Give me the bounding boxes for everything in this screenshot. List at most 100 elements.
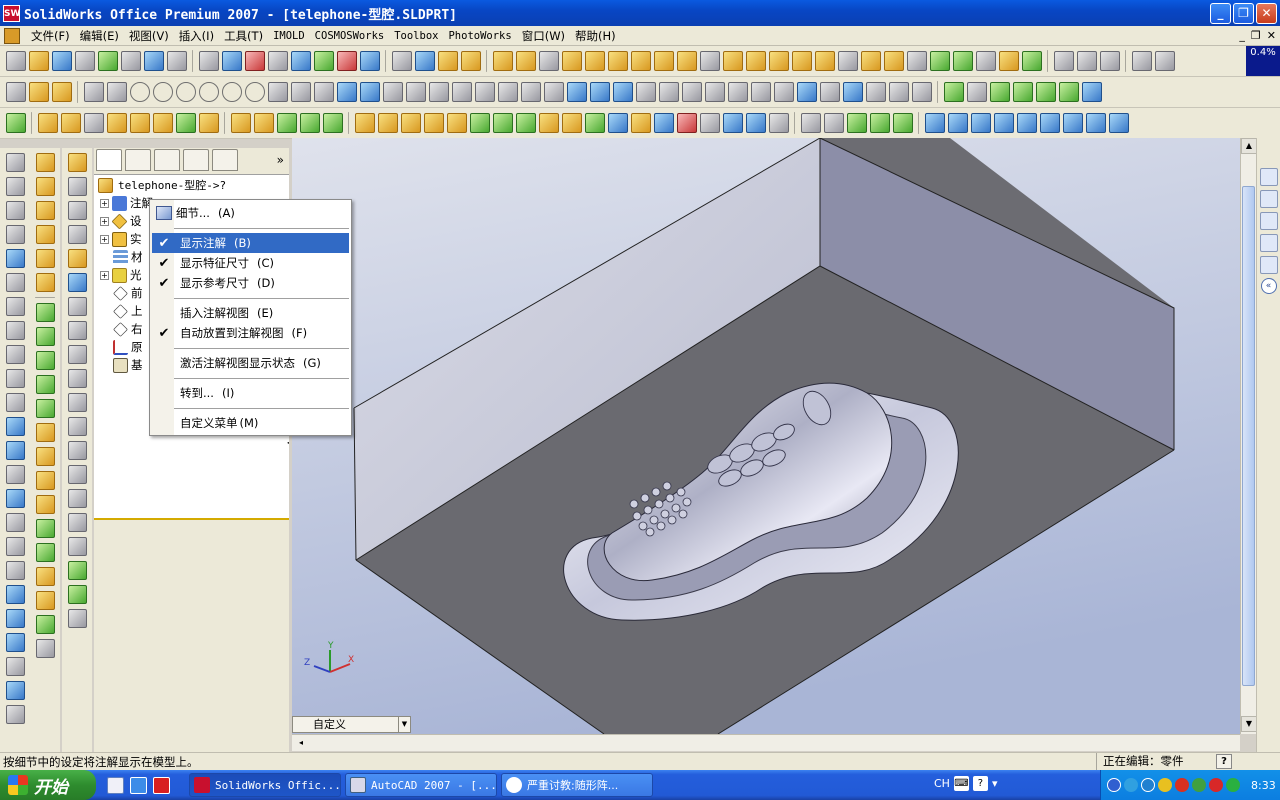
view-right-icon[interactable] <box>993 113 1014 133</box>
view-palette-icon[interactable] <box>1259 256 1278 274</box>
mold-tool-10-icon[interactable] <box>67 368 87 388</box>
menu-file[interactable]: 文件(F) <box>26 28 75 44</box>
keyboard-icon[interactable]: ⌨ <box>953 776 969 791</box>
mold-tool-2-icon[interactable] <box>67 176 87 196</box>
view-bottom-icon[interactable] <box>1039 113 1060 133</box>
imold-tool-23-icon[interactable] <box>998 51 1019 71</box>
hidden-lines-removed-icon[interactable] <box>5 560 25 580</box>
tray-app-5-icon[interactable] <box>1175 778 1189 792</box>
feature-tool-5-icon[interactable] <box>35 248 55 268</box>
wireframe-icon[interactable] <box>5 512 25 532</box>
close-button[interactable]: ✕ <box>1256 3 1277 24</box>
sketch-tool-5-icon[interactable] <box>5 248 25 268</box>
view-dimetric-icon[interactable] <box>1108 113 1129 133</box>
rotate-entities-icon[interactable] <box>865 82 886 102</box>
feature-tool-12-icon[interactable] <box>35 422 55 442</box>
imold-tool-14-icon[interactable] <box>791 51 812 71</box>
sketch-tool-2-icon[interactable] <box>5 176 25 196</box>
axis-icon[interactable] <box>630 113 651 133</box>
dome-icon[interactable] <box>377 113 398 133</box>
flex-icon[interactable] <box>400 113 421 133</box>
bom-icon[interactable] <box>437 51 458 71</box>
start-button[interactable]: 开始 <box>0 770 96 800</box>
imold-tool-6-icon[interactable] <box>607 51 628 71</box>
imold-tool-7-icon[interactable] <box>630 51 651 71</box>
hole-table-icon[interactable] <box>414 51 435 71</box>
expand-icon[interactable]: + <box>100 198 109 208</box>
add-relation-icon[interactable] <box>704 82 725 102</box>
file-explorer-icon[interactable] <box>1259 212 1278 230</box>
repair-sketch-icon[interactable] <box>750 82 771 102</box>
instant3d-icon[interactable] <box>722 113 743 133</box>
sketch-tool-6-icon[interactable] <box>5 272 25 292</box>
shaded-icon[interactable] <box>5 632 25 652</box>
mold-tool-15-icon[interactable] <box>67 488 87 508</box>
centerpoint-arc-icon[interactable] <box>152 82 173 102</box>
mold-tool-16-icon[interactable] <box>67 512 87 532</box>
polygon-icon[interactable] <box>221 82 242 102</box>
revolved-cut-icon[interactable] <box>152 113 173 133</box>
indent-icon[interactable] <box>846 113 867 133</box>
boundary-surface-icon[interactable] <box>1035 82 1056 102</box>
imold-tool-11-icon[interactable] <box>722 51 743 71</box>
slot-icon[interactable] <box>428 82 449 102</box>
feature-tool-15-icon[interactable] <box>35 494 55 514</box>
menu-window[interactable]: 窗口(W) <box>517 28 570 44</box>
line-icon[interactable] <box>83 82 104 102</box>
point-reference-icon[interactable] <box>676 113 697 133</box>
task-solidworks[interactable]: SolidWorks Offic... <box>189 773 341 797</box>
rotate-view-icon[interactable] <box>5 608 25 628</box>
collapse-pane-icon[interactable]: « <box>1260 278 1277 294</box>
doc-minimize-button[interactable]: _ <box>1239 29 1245 42</box>
propertymanager-tab-icon[interactable] <box>125 149 151 171</box>
mold-tool-19-icon[interactable] <box>67 584 87 604</box>
menu-edit[interactable]: 编辑(E) <box>75 28 124 44</box>
menu-item-show-feature-dimensions[interactable]: ✔ 显示特征尺寸 (C) <box>152 253 349 273</box>
feature-tool-11-icon[interactable] <box>35 398 55 418</box>
convert-entities-icon[interactable] <box>520 82 541 102</box>
mold-tool-12-icon[interactable] <box>67 416 87 436</box>
feature-tool-14-icon[interactable] <box>35 470 55 490</box>
print-preview-icon[interactable] <box>120 51 141 71</box>
redo-icon[interactable] <box>166 51 187 71</box>
knit-surface-icon[interactable] <box>1081 82 1102 102</box>
imold-tool-3-icon[interactable] <box>538 51 559 71</box>
wrap-icon[interactable] <box>423 113 444 133</box>
sketch-fillet-icon[interactable] <box>451 82 472 102</box>
open-icon[interactable] <box>28 51 49 71</box>
deform-icon[interactable] <box>869 113 890 133</box>
view-back-icon[interactable] <box>947 113 968 133</box>
tangent-arc-icon[interactable] <box>175 82 196 102</box>
shadows-icon[interactable] <box>5 704 25 724</box>
tray-app-6-icon[interactable] <box>1192 778 1206 792</box>
feature-tool-3-icon[interactable] <box>35 200 55 220</box>
split-entities-icon[interactable] <box>681 82 702 102</box>
scale-icon[interactable] <box>800 113 821 133</box>
mirror-icon[interactable] <box>543 82 564 102</box>
feature-tool-17-icon[interactable] <box>35 542 55 562</box>
sketch-3d-icon[interactable] <box>51 82 72 102</box>
scroll-left-icon[interactable]: ◂ <box>294 736 308 750</box>
imold-tool-20-icon[interactable] <box>929 51 950 71</box>
mold-tool-7-icon[interactable] <box>67 296 87 316</box>
scroll-thumb[interactable] <box>1242 186 1255 686</box>
imold-tool-18-icon[interactable] <box>883 51 904 71</box>
menu-imold[interactable]: IMOLD <box>268 30 310 42</box>
menu-cosmosworks[interactable]: COSMOSWorks <box>310 30 390 42</box>
lofted-cut-icon[interactable] <box>198 113 219 133</box>
menu-view[interactable]: 视图(V) <box>124 28 174 44</box>
imold-tool-10-icon[interactable] <box>699 51 720 71</box>
sketch-tool-3-icon[interactable] <box>5 200 25 220</box>
rib-icon[interactable] <box>276 113 297 133</box>
plane-icon[interactable] <box>607 113 628 133</box>
mold-tool-4-icon[interactable] <box>67 224 87 244</box>
feature-tool-19-icon[interactable] <box>35 590 55 610</box>
menu-item-activate-annotation-view-state[interactable]: 激活注解视图显示状态 (G) <box>152 353 349 373</box>
split-line-icon[interactable] <box>492 113 513 133</box>
imold-tool-24-icon[interactable] <box>1021 51 1042 71</box>
coordinate-system-icon[interactable] <box>653 113 674 133</box>
linear-pattern-icon[interactable] <box>566 82 587 102</box>
tree-item-base-feature[interactable]: 基 <box>113 357 143 373</box>
imold-tool-13-icon[interactable] <box>768 51 789 71</box>
imold-tool-19-icon[interactable] <box>906 51 927 71</box>
